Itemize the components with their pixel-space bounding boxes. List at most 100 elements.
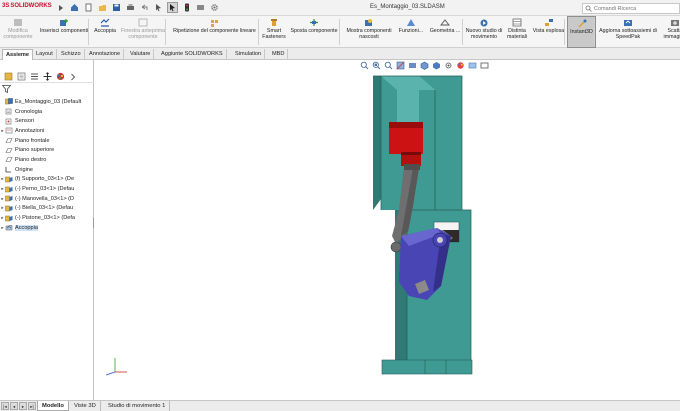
- options-gear-icon[interactable]: [209, 2, 220, 13]
- tree-item-label: (-) Biella_03<1> (Defau: [15, 205, 74, 212]
- display-manager-tab-icon[interactable]: [55, 72, 65, 82]
- ribbon-button-label: Instant3D: [570, 29, 593, 35]
- tree-item-label: Piano superiore: [15, 147, 55, 154]
- tree-item-label: Piano frontale: [15, 137, 50, 144]
- tree-item-cronologia[interactable]: Cronologia: [0, 107, 94, 117]
- move-component-icon: [309, 18, 319, 27]
- feature-manager-panel: Es_Montaggio_03 (Default Cronologia Senso…: [0, 60, 94, 400]
- bottom-tab-viste-3d[interactable]: Viste 3D: [70, 401, 101, 411]
- tree-item-pistone-03-1-defa[interactable]: ▸ (-) Pistone_03<1> (Defa: [0, 213, 94, 223]
- tree-item-f-supporto-03-1-de[interactable]: ▸ (f) Supporto_03<1> (De: [0, 175, 94, 185]
- tab-layout[interactable]: Layout: [33, 49, 57, 60]
- tab-aggiunte-solidworks[interactable]: Aggiunte SOLIDWORKS: [158, 49, 227, 60]
- ribbon-button-label: Finestra anteprima componente: [120, 28, 166, 41]
- configuration-manager-tab-icon[interactable]: [29, 72, 39, 82]
- tree-item-origine[interactable]: Origine: [0, 165, 94, 175]
- command-search-input[interactable]: [594, 5, 674, 12]
- tree-item-piano-destro[interactable]: Piano destro: [0, 155, 94, 165]
- tree-item-piano-frontale[interactable]: Piano frontale: [0, 136, 94, 146]
- ribbon-button-label: Vista esplosa: [532, 28, 565, 34]
- ribbon-button-show-hidden[interactable]: Mostra componenti nascosti: [342, 16, 396, 48]
- coordinate-triad: [105, 358, 127, 376]
- bottom-tab-studio-di-movimento-1[interactable]: Studio di movimento 1: [104, 401, 171, 411]
- save-icon[interactable]: [111, 2, 122, 13]
- tab-schizzo[interactable]: Schizzo: [58, 49, 85, 60]
- new-document-icon[interactable]: [83, 2, 94, 13]
- support-part[interactable]: [373, 75, 473, 375]
- ribbon-button-snapshot[interactable]: Scatta immagine: [660, 16, 680, 48]
- ribbon-button-reference-geometry[interactable]: Geometria ...: [426, 16, 464, 48]
- next-tab-icon[interactable]: ▸: [19, 402, 27, 410]
- tree-item-annotazioni[interactable]: ▸ Annotazioni: [0, 126, 94, 136]
- ribbon-button-motion-study[interactable]: Nuovo studio di movimento: [464, 16, 504, 48]
- ribbon-button-mate[interactable]: Accoppia: [92, 16, 118, 48]
- tab-annotazione[interactable]: Annotazione: [86, 49, 125, 60]
- bottom-tab-bar: |◂ ◂ ▸ ▸| Modello Viste 3D Studio di movim…: [0, 400, 680, 411]
- ribbon-button-edit-component[interactable]: Modifica componente: [0, 16, 36, 48]
- solidworks-logo[interactable]: 3S SOLIDWORKS: [2, 3, 52, 9]
- tree-item-accoppia[interactable]: ▸ Accoppia: [0, 223, 94, 233]
- filter-icon[interactable]: [1, 85, 12, 95]
- tree-root-assembly[interactable]: Es_Montaggio_03 (Default: [0, 97, 94, 107]
- select-pointer-icon[interactable]: [153, 2, 164, 13]
- tab-simulation[interactable]: Simulation: [232, 49, 266, 60]
- document-title: Es_Montaggio_03.SLDASM: [370, 4, 445, 10]
- motion-study-icon: [479, 18, 489, 27]
- exploded-view-icon: [544, 18, 554, 27]
- ribbon-button-label: Mostra componenti nascosti: [346, 28, 392, 41]
- first-tab-icon[interactable]: |◂: [1, 402, 9, 410]
- prev-tab-icon[interactable]: ◂: [10, 402, 18, 410]
- tree-item-label: (f) Supporto_03<1> (De: [15, 176, 75, 183]
- undo-icon[interactable]: [139, 2, 150, 13]
- ribbon-button-label: Smart Fasteners: [262, 28, 286, 41]
- dimxpert-tab-icon[interactable]: [42, 72, 52, 82]
- tree-item-manovella-03-1-d[interactable]: ▸ (-) Manovella_03<1> (D: [0, 194, 94, 204]
- ribbon-button-move-component[interactable]: Sposta componente: [287, 16, 341, 48]
- ribbon-button-linear-pattern[interactable]: Ripetizione del componente lineare: [168, 16, 261, 48]
- logo-text: SOLIDWORKS: [10, 3, 52, 9]
- ribbon-button-speedpak[interactable]: Aggiorna sottoassiemi di SpeedPak: [596, 16, 660, 48]
- ribbon-button-exploded-view[interactable]: Vista esplosa: [530, 16, 567, 48]
- select-arrow-icon[interactable]: [167, 2, 178, 13]
- ribbon-separator: [462, 19, 463, 45]
- command-search-box[interactable]: [582, 3, 680, 14]
- ribbon-button-insert-component[interactable]: Inserisci componenti: [37, 16, 91, 48]
- preview-window-icon: [138, 18, 148, 27]
- tab-mbd[interactable]: MBD: [269, 49, 289, 60]
- print-icon[interactable]: [125, 2, 136, 13]
- ribbon-button-bom[interactable]: Distinta materiali: [504, 16, 530, 48]
- tree-item-label: Cronologia: [15, 108, 43, 115]
- ribbon-button-instant3d[interactable]: Instant3D: [567, 16, 596, 48]
- tree-item-label: (-) Pistone_03<1> (Defa: [15, 215, 76, 222]
- ribbon-button-preview-window[interactable]: Finestra anteprima componente: [118, 16, 168, 48]
- ribbon-separator: [339, 19, 340, 45]
- origin-icon: [5, 166, 13, 173]
- ribbon-button-label: Distinta materiali: [506, 28, 528, 41]
- menu-arrow-icon[interactable]: [55, 2, 66, 13]
- ribbon-button-smart-fasteners[interactable]: Smart Fasteners: [261, 16, 287, 48]
- sensor-icon: [5, 118, 13, 125]
- ribbon-button-label: Accoppia: [94, 28, 116, 34]
- panel-expand-icon[interactable]: [68, 72, 78, 82]
- home-icon[interactable]: [69, 2, 80, 13]
- feature-tree-tab-icon[interactable]: [3, 72, 13, 82]
- history-icon: [5, 108, 13, 115]
- bottom-tab-modello[interactable]: Modello: [37, 401, 69, 411]
- tab-valutare[interactable]: Valutare: [127, 49, 155, 60]
- traffic-light-icon[interactable]: [181, 2, 192, 13]
- tree-item-biella-03-1-defau[interactable]: ▸ (-) Biella_03<1> (Defau: [0, 204, 94, 214]
- open-folder-icon[interactable]: [97, 2, 108, 13]
- graphics-area[interactable]: [95, 60, 680, 400]
- show-hidden-icon: [364, 18, 374, 27]
- ribbon-button-features[interactable]: Funzioni...: [396, 16, 426, 48]
- property-manager-tab-icon[interactable]: [16, 72, 26, 82]
- tab-assieme[interactable]: Assieme: [2, 49, 34, 60]
- tree-item-sensori[interactable]: Sensori: [0, 116, 94, 126]
- command-manager-ribbon: Modifica componente Inserisci componenti A…: [0, 16, 680, 48]
- tree-item-perno-03-1-defau[interactable]: ▸ (-) Perno_03<1> (Defau: [0, 184, 94, 194]
- feature-tree: Es_Montaggio_03 (Default Cronologia Senso…: [0, 97, 94, 233]
- rebuild-icon[interactable]: [195, 2, 206, 13]
- tree-item-piano-superiore[interactable]: Piano superiore: [0, 145, 94, 155]
- last-tab-icon[interactable]: ▸|: [28, 402, 36, 410]
- assembly-model[interactable]: [95, 60, 680, 400]
